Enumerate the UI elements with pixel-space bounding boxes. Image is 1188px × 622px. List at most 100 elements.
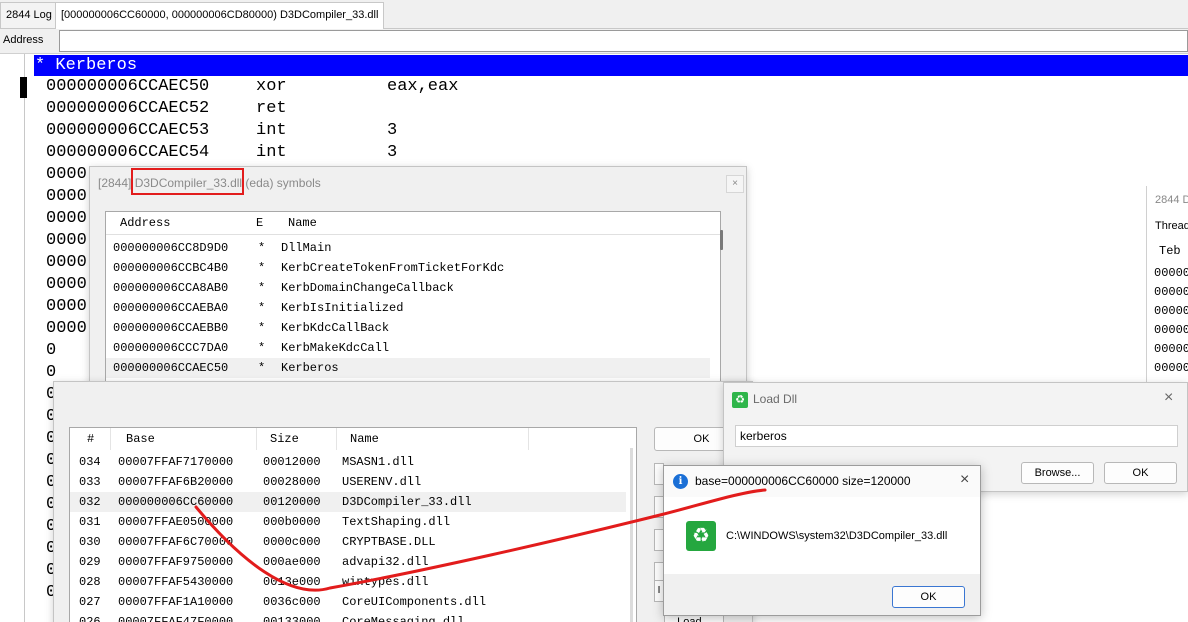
module-row[interactable]: 033 00007FFAF6B20000 00028000 USERENV.dll bbox=[70, 472, 626, 492]
address-input[interactable] bbox=[59, 30, 1188, 52]
disasm-mnemonic: int bbox=[256, 143, 287, 162]
thread-row[interactable]: 00000 bbox=[1154, 285, 1188, 299]
symbol-name: KerbDomainChangeCallback bbox=[281, 281, 454, 295]
module-base: 00007FFAF1A10000 bbox=[118, 595, 234, 609]
disasm-address: 000000006CCAEC52 bbox=[46, 99, 210, 118]
symbol-row[interactable]: 000000006CCAEBA0 * KerbIsInitialized bbox=[106, 298, 710, 318]
module-num: 029 bbox=[79, 555, 101, 569]
module-name: advapi32.dll bbox=[342, 555, 429, 569]
symbol-row[interactable]: 000000006CCAEBB0 * KerbKdcCallBack bbox=[106, 318, 710, 338]
module-name: TextShaping.dll bbox=[342, 515, 451, 529]
thread-row[interactable]: 00000 bbox=[1154, 342, 1188, 356]
column-divider[interactable] bbox=[256, 428, 257, 450]
modules-column-name[interactable]: Name bbox=[350, 428, 379, 450]
symbols-close-button[interactable]: × bbox=[726, 175, 744, 193]
browse-button[interactable]: Browse... bbox=[1021, 462, 1094, 484]
module-row[interactable]: 030 00007FFAF6C70000 0000c000 CRYPTBASE.DLL bbox=[70, 532, 626, 552]
load-dll-ok-button[interactable]: OK bbox=[1104, 462, 1177, 484]
symbols-column-name[interactable]: Name bbox=[288, 212, 317, 234]
disasm-address: 000000006CCAEC54 bbox=[46, 143, 210, 162]
selected-label-line[interactable]: * Kerberos bbox=[34, 55, 1188, 76]
disasm-line[interactable]: 000000006CCAEC50 xor eax,eax bbox=[46, 76, 458, 98]
symbol-row[interactable]: 000000006CCA8AB0 * KerbDomainChangeCallbac… bbox=[106, 278, 710, 298]
module-num: 031 bbox=[79, 515, 101, 529]
module-num: 028 bbox=[79, 575, 101, 589]
load-dll-title: Load Dll bbox=[753, 392, 798, 406]
symbol-export-flag: * bbox=[258, 241, 266, 255]
modules-column-num[interactable]: # bbox=[87, 428, 94, 450]
close-icon[interactable]: × bbox=[1164, 389, 1173, 407]
thread-row[interactable]: 00000 bbox=[1154, 304, 1188, 318]
thread-row[interactable]: 00000 bbox=[1154, 361, 1188, 375]
thread-row[interactable]: 00000 bbox=[1154, 323, 1188, 337]
column-divider[interactable] bbox=[528, 428, 529, 450]
module-base: 00007FFAF7170000 bbox=[118, 455, 234, 469]
tab-thread[interactable]: Thread bbox=[1155, 220, 1188, 232]
thread-window-title: 2844 D bbox=[1155, 194, 1188, 206]
module-size: 0013e000 bbox=[263, 575, 321, 589]
modules-column-size[interactable]: Size bbox=[270, 428, 299, 450]
highlight-box bbox=[131, 168, 244, 195]
module-num: 032 bbox=[79, 495, 101, 509]
symbol-row-selected[interactable]: 000000006CCAEC50 * Kerberos bbox=[106, 358, 710, 378]
tab-d3dcompiler[interactable]: [000000006CC60000, 000000006CD80000) D3D… bbox=[55, 2, 385, 29]
thread-window: 2844 D Thread Teb 00000 00000 00000 0000… bbox=[1146, 186, 1188, 386]
info-ok-button[interactable]: OK bbox=[892, 586, 965, 608]
module-row[interactable]: 029 00007FFAF9750000 000ae000 advapi32.dll bbox=[70, 552, 626, 572]
tab-log[interactable]: 2844 Log bbox=[0, 2, 58, 28]
symbol-address: 000000006CCAEBA0 bbox=[113, 301, 229, 315]
symbol-row[interactable]: 000000006CC8D9D0 * DllMain bbox=[106, 238, 710, 258]
module-row[interactable]: 034 00007FFAF7170000 00012000 MSASN1.dll bbox=[70, 452, 626, 472]
obscured-address-stub: 0000 bbox=[46, 253, 87, 272]
module-row[interactable]: 028 00007FFAF5430000 0013e000 wintypes.dll bbox=[70, 572, 626, 592]
module-row-selected[interactable]: 032 000000006CC60000 00120000 D3DCompiler_3… bbox=[70, 492, 626, 512]
symbol-address: 000000006CCC7DA0 bbox=[113, 341, 229, 355]
info-title: base=000000006CC60000 size=120000 bbox=[695, 474, 911, 488]
symbols-scrollbar[interactable] bbox=[720, 230, 723, 250]
disasm-address: 000000006CCAEC53 bbox=[46, 121, 210, 140]
disasm-operand: eax,eax bbox=[387, 77, 459, 96]
module-row[interactable]: 031 00007FFAE0500000 000b0000 TextShaping.d… bbox=[70, 512, 626, 532]
thread-row[interactable]: 00000 bbox=[1154, 266, 1188, 280]
symbols-window: [2844] D3DCompiler_33.dll (eda) symbols … bbox=[89, 166, 747, 406]
symbols-title-prefix: [2844] bbox=[98, 176, 135, 190]
module-base: 00007FFAF9750000 bbox=[118, 555, 234, 569]
module-num: 034 bbox=[79, 455, 101, 469]
module-name: USERENV.dll bbox=[342, 475, 422, 489]
modules-column-base[interactable]: Base bbox=[126, 428, 155, 450]
module-size: 000ae000 bbox=[263, 555, 321, 569]
symbol-export-flag: * bbox=[258, 321, 266, 335]
recycle-icon: ♻ bbox=[732, 392, 748, 408]
symbols-column-e[interactable]: E bbox=[256, 212, 263, 234]
module-row[interactable]: 027 00007FFAF1A10000 0036c000 CoreUICompone… bbox=[70, 592, 626, 612]
modules-list[interactable]: # Base Size Name 034 00007FFAF7170000 0001… bbox=[69, 427, 637, 622]
caret-marker bbox=[20, 77, 27, 98]
symbols-header-divider bbox=[106, 234, 720, 235]
disasm-operand: 3 bbox=[387, 143, 398, 162]
disasm-line[interactable]: 000000006CCAEC53 int 3 bbox=[46, 120, 458, 142]
disasm-address: 000000006CCAEC50 bbox=[46, 77, 210, 96]
module-info-dialog: i base=000000006CC60000 size=120000 × ♻ … bbox=[663, 465, 981, 616]
symbol-export-flag: * bbox=[258, 261, 266, 275]
address-bar: Address bbox=[0, 29, 1188, 54]
dll-name-input[interactable]: kerberos bbox=[735, 425, 1178, 447]
column-divider[interactable] bbox=[110, 428, 111, 450]
close-icon[interactable]: × bbox=[960, 471, 969, 489]
module-base: 00007FFAF6C70000 bbox=[118, 535, 234, 549]
column-divider[interactable] bbox=[336, 428, 337, 450]
symbol-address: 000000006CCA8AB0 bbox=[113, 281, 229, 295]
symbol-address: 000000006CCAEBB0 bbox=[113, 321, 229, 335]
modules-scrollbar[interactable] bbox=[630, 448, 633, 622]
symbols-column-address[interactable]: Address bbox=[120, 212, 170, 234]
symbol-row[interactable]: 000000006CCC7DA0 * KerbMakeKdcCall bbox=[106, 338, 710, 358]
disasm-line[interactable]: 000000006CCAEC54 int 3 bbox=[46, 142, 458, 164]
symbol-row[interactable]: 000000006CCBC4B0 * KerbCreateTokenFromTick… bbox=[106, 258, 710, 278]
symbol-name: KerbMakeKdcCall bbox=[281, 341, 390, 355]
module-num: 030 bbox=[79, 535, 101, 549]
symbols-list[interactable]: Address E Name 000000006CC8D9D0 * DllMain … bbox=[105, 211, 723, 401]
disasm-line[interactable]: 000000006CCAEC52 ret bbox=[46, 98, 458, 120]
module-name: CoreMessaging.dll bbox=[342, 615, 465, 622]
recycle-icon: ♻ bbox=[686, 521, 716, 551]
disasm-mnemonic: int bbox=[256, 121, 287, 140]
module-row[interactable]: 026 00007FFAF47F0000 00133000 CoreMessaging… bbox=[70, 612, 626, 622]
